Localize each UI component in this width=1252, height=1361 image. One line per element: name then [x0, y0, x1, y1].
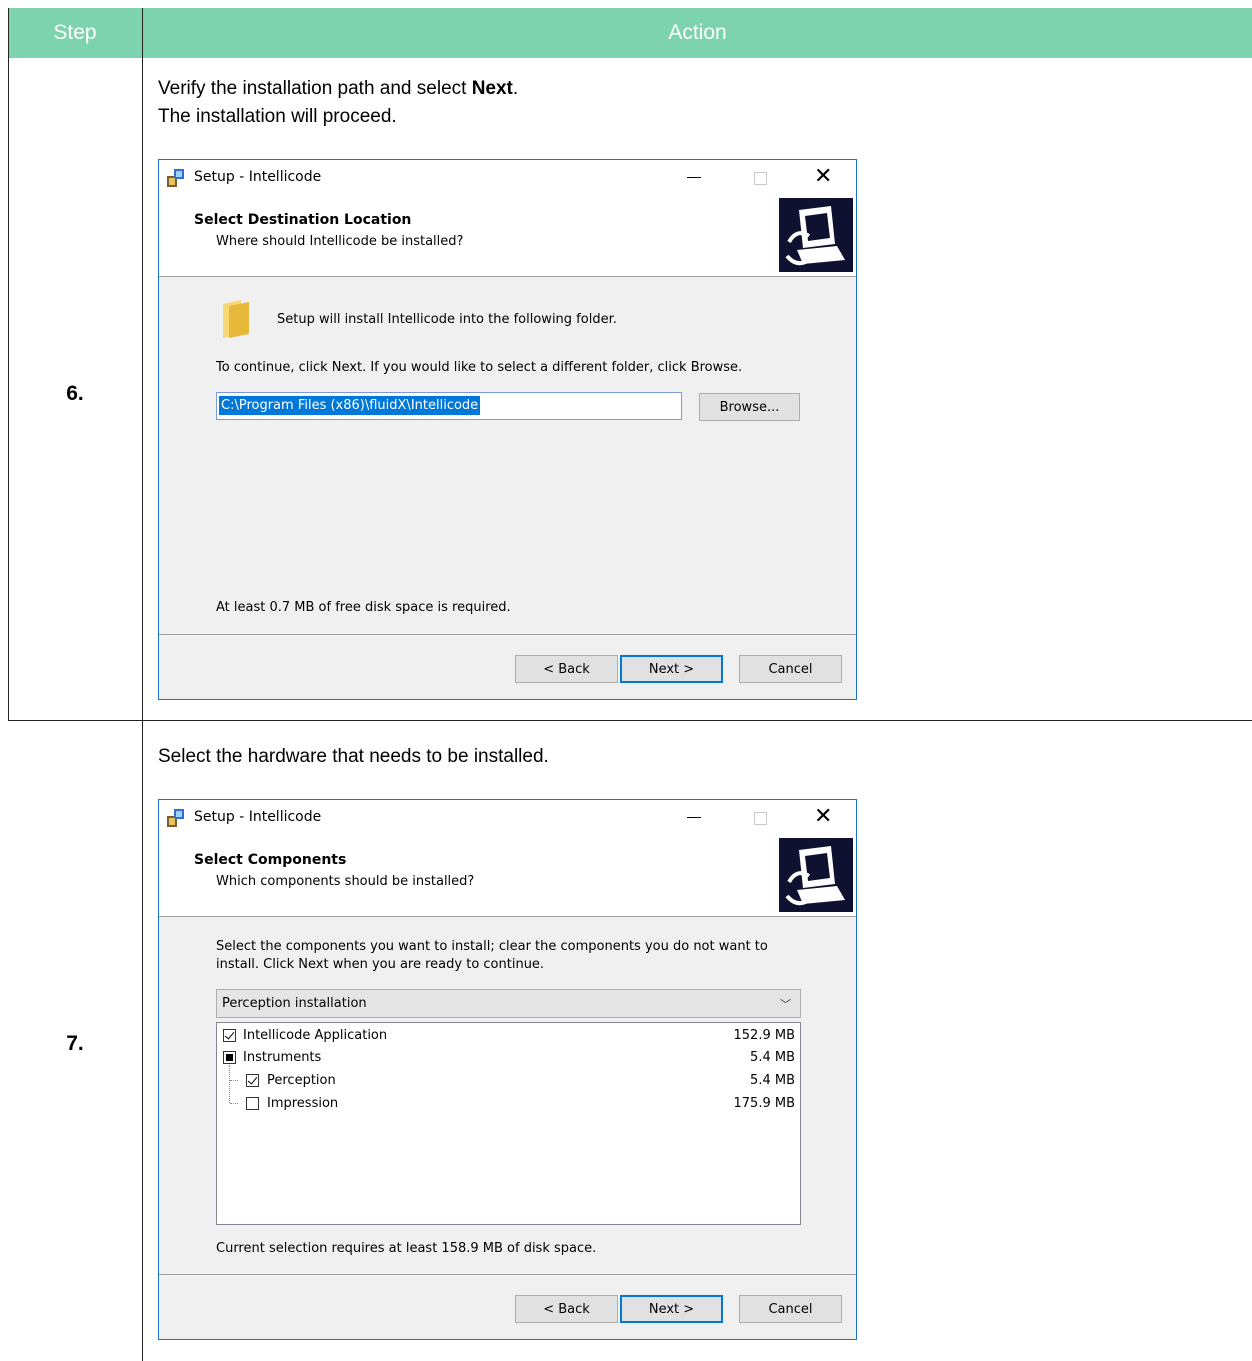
- component-row-instruments[interactable]: Instruments 5.4 MB: [217, 1048, 800, 1070]
- minimize-icon[interactable]: [687, 817, 701, 818]
- wizard-header: Select Destination Location Where should…: [159, 196, 856, 277]
- folder-icon: [223, 300, 249, 338]
- component-label: Instruments: [243, 1050, 322, 1065]
- component-size: 5.4 MB: [750, 1050, 795, 1065]
- wizard-header: Select Components Which components shoul…: [159, 836, 856, 917]
- components-list: Intellicode Application 152.9 MB Instrum…: [216, 1022, 801, 1225]
- install-type-value: Perception installation: [222, 996, 367, 1011]
- description-line-1: Select the components you want to instal…: [216, 939, 768, 954]
- step-6-instruction: Verify the installation path and select …: [158, 75, 518, 131]
- step-7-instruction: Select the hardware that needs to be ins…: [158, 746, 549, 767]
- disk-space-text: At least 0.7 MB of free disk space is re…: [216, 600, 511, 615]
- back-button[interactable]: < Back: [515, 1295, 618, 1323]
- title-bar: Setup - Intellicode ✕: [159, 800, 856, 836]
- browse-button[interactable]: Browse...: [699, 393, 800, 421]
- back-button[interactable]: < Back: [515, 655, 618, 683]
- header-action: Action: [143, 8, 1252, 58]
- page-title: Select Components: [194, 852, 347, 868]
- component-label: Intellicode Application: [243, 1028, 388, 1043]
- page-subtitle: Where should Intellicode be installed?: [216, 234, 464, 249]
- window-title: Setup - Intellicode: [194, 809, 322, 825]
- computer-install-icon: [779, 838, 853, 912]
- setup-dialog-components: Setup - Intellicode ✕ Select Components …: [158, 799, 857, 1340]
- close-icon[interactable]: ✕: [814, 803, 832, 831]
- component-label: Perception: [267, 1073, 336, 1088]
- close-icon[interactable]: ✕: [814, 163, 832, 191]
- component-size: 5.4 MB: [750, 1073, 795, 1088]
- cancel-button[interactable]: Cancel: [739, 655, 842, 683]
- maximize-icon[interactable]: [754, 812, 767, 825]
- instruction-text: Verify the installation path and select: [158, 78, 472, 99]
- checkbox-intellicode-application[interactable]: [223, 1029, 236, 1042]
- minimize-icon[interactable]: [687, 177, 701, 178]
- checkbox-instruments[interactable]: [223, 1051, 236, 1064]
- table-border-left: [8, 8, 9, 721]
- instruction-suffix: .: [512, 78, 519, 99]
- instruction-bold-next: Next: [471, 78, 513, 99]
- component-label: Impression: [267, 1096, 339, 1111]
- footer-divider: [159, 1274, 856, 1275]
- folder-message: Setup will install Intellicode into the …: [277, 312, 617, 327]
- header-step: Step: [8, 8, 142, 58]
- description-line-2: install. Click Next when you are ready t…: [216, 957, 545, 972]
- computer-install-icon: [779, 198, 853, 272]
- next-button[interactable]: Next >: [620, 1295, 723, 1323]
- install-path-input[interactable]: C:\Program Files (x86)\fluidX\Intellicod…: [216, 392, 682, 420]
- disk-space-text: Current selection requires at least 158.…: [216, 1241, 597, 1256]
- checkbox-impression[interactable]: [246, 1097, 259, 1110]
- component-size: 152.9 MB: [733, 1028, 795, 1043]
- component-row-intellicode-application[interactable]: Intellicode Application 152.9 MB: [217, 1026, 800, 1048]
- continue-message: To continue, click Next. If you would li…: [216, 360, 743, 375]
- setup-app-icon: [167, 809, 184, 827]
- component-size: 175.9 MB: [733, 1096, 795, 1111]
- instruction-table: Step Action 6. Verify the installation p…: [0, 0, 1252, 1361]
- window-title: Setup - Intellicode: [194, 169, 322, 185]
- cancel-button[interactable]: Cancel: [739, 1295, 842, 1323]
- step-number-7: 7.: [66, 1032, 84, 1055]
- step-number-6: 6.: [66, 382, 84, 405]
- table-column-divider: [142, 8, 143, 1361]
- install-path-value: C:\Program Files (x86)\fluidX\Intellicod…: [219, 396, 481, 415]
- checkbox-perception[interactable]: [246, 1074, 259, 1087]
- page-subtitle: Which components should be installed?: [216, 874, 475, 889]
- next-button[interactable]: Next >: [620, 655, 723, 683]
- page-title: Select Destination Location: [194, 212, 412, 228]
- instruction-line-2: The installation will proceed.: [158, 106, 397, 127]
- install-type-select[interactable]: Perception installation ﹀: [216, 989, 801, 1018]
- title-bar: Setup - Intellicode ✕: [159, 160, 856, 196]
- setup-app-icon: [167, 169, 184, 187]
- component-row-perception[interactable]: Perception 5.4 MB: [217, 1071, 800, 1093]
- component-row-impression[interactable]: Impression 175.9 MB: [217, 1094, 800, 1116]
- maximize-icon[interactable]: [754, 172, 767, 185]
- row-divider: [8, 720, 1252, 721]
- footer-divider: [159, 634, 856, 635]
- setup-dialog-destination: Setup - Intellicode ✕ Select Destination…: [158, 159, 857, 700]
- chevron-down-icon: ﹀: [780, 998, 791, 1011]
